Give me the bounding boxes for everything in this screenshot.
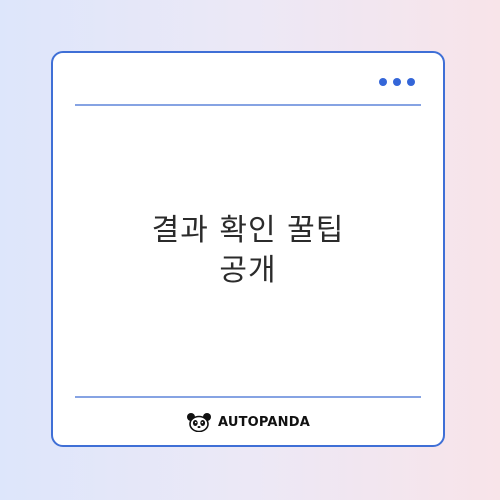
title-line-2: 공개 <box>219 253 277 288</box>
more-options-icon[interactable] <box>379 78 415 86</box>
dot <box>407 78 415 86</box>
bottom-divider <box>75 396 421 398</box>
dot <box>393 78 401 86</box>
top-divider <box>75 104 421 106</box>
panda-logo-icon <box>186 413 211 432</box>
brand-name: AUTOPANDA <box>217 414 311 430</box>
dot <box>379 78 387 86</box>
brand: AUTOPANDA <box>53 412 443 432</box>
thumbnail-card: 결과 확인 꿀팁 공개 AUTOPANDA <box>51 51 445 447</box>
card-title: 결과 확인 꿀팁 공개 <box>53 211 443 291</box>
title-line-1: 결과 확인 꿀팁 <box>151 213 345 248</box>
